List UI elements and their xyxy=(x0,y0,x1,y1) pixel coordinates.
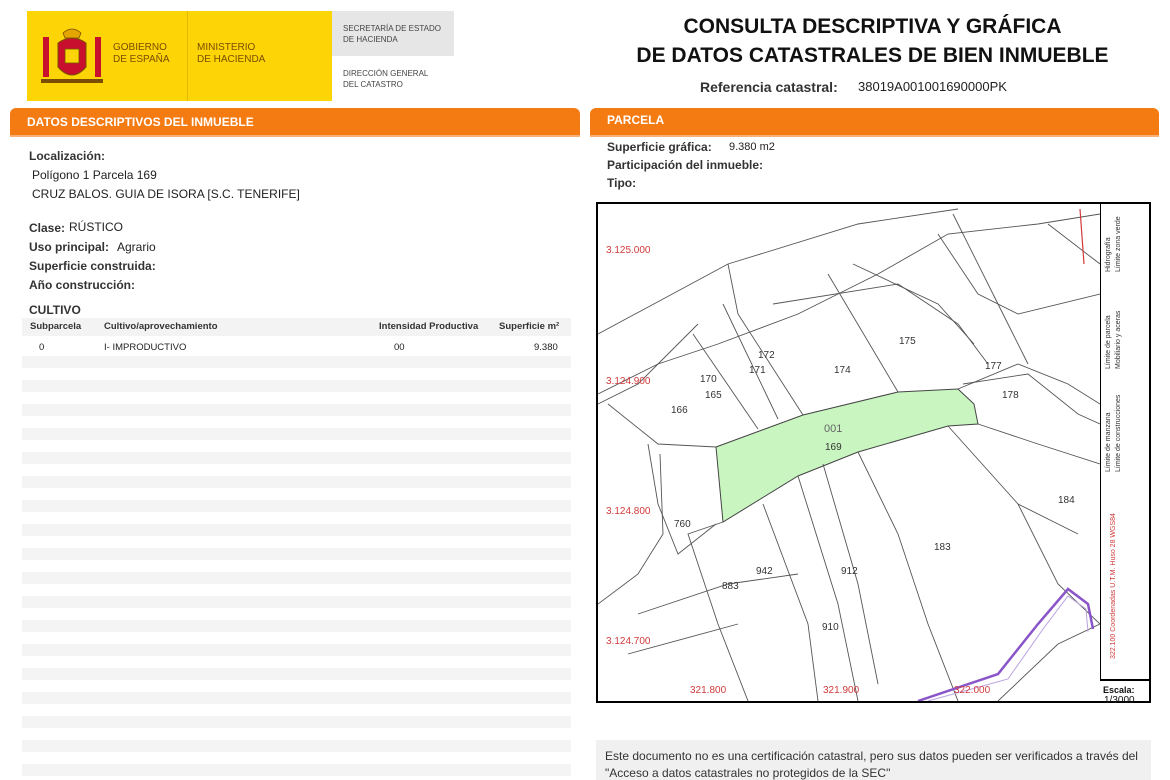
logo-divider xyxy=(187,11,188,101)
localizacion-line: Polígono 1 Parcela 169 xyxy=(32,168,157,182)
page-title: CONSULTA DESCRIPTIVA Y GRÁFICA DE DATOS … xyxy=(636,15,1109,67)
col-superficie: Superficie m² xyxy=(499,321,560,332)
cultivo-title: CULTIVO xyxy=(29,303,81,317)
legend-item: Límite zona verde xyxy=(1115,216,1122,272)
x-coord: 321.900 xyxy=(823,685,860,696)
gobierno-text: GOBIERNO DE ESPAÑA xyxy=(113,42,170,65)
col-intensidad: Intensidad Productiva xyxy=(379,321,479,332)
parcel-label[interactable]: 184 xyxy=(1058,495,1075,506)
x-coord: 321.800 xyxy=(690,685,727,696)
section-header-datos: DATOS DESCRIPTIVOS DEL INMUEBLE xyxy=(10,108,580,135)
parcel-label[interactable]: 001 xyxy=(824,423,842,435)
clase-value: RÚSTICO xyxy=(69,220,123,234)
parcel-label[interactable]: 883 xyxy=(722,581,739,592)
legend-item: Límite de manzana xyxy=(1105,412,1112,472)
scale-box: Escala: 1/3000 xyxy=(1100,679,1149,706)
anio-construccion-label: Año construcción: xyxy=(29,278,136,292)
y-coord: 3.124.900 xyxy=(606,376,651,387)
ref-label: Referencia catastral: xyxy=(700,79,838,95)
legend-item: Hidrografía xyxy=(1105,237,1112,272)
selected-parcel[interactable] xyxy=(715,388,979,523)
gobierno-logo: GOBIERNO DE ESPAÑA MINISTERIO DE HACIEND… xyxy=(27,11,332,101)
clase-label: Clase: xyxy=(29,221,66,235)
parcel-label[interactable]: 175 xyxy=(899,336,916,347)
secretaria-block: SECRETARÍA DE ESTADO DE HACIENDA xyxy=(332,11,454,56)
uso-value: Agrario xyxy=(117,240,156,254)
y-coord: 3.124.700 xyxy=(606,636,651,647)
x-coord: 322.000 xyxy=(954,685,991,696)
col-subparcela: Subparcela xyxy=(30,321,82,332)
y-coord: 3.124.800 xyxy=(606,506,651,517)
legend-coords: 322.100 Coordenadas U.T.M. Huso 28 WGS84 xyxy=(1110,513,1117,659)
parcel-label[interactable]: 166 xyxy=(671,405,688,416)
parcel-label[interactable]: 165 xyxy=(705,390,722,401)
table-empty-rows xyxy=(22,356,571,780)
scale-value: 1/3000 xyxy=(1104,695,1135,706)
participacion-label: Participación del inmueble: xyxy=(607,158,764,172)
scale-label: Escala: xyxy=(1103,685,1135,695)
y-coord: 3.125.000 xyxy=(606,245,651,256)
superficie-grafica-label: Superficie gráfica: xyxy=(607,140,712,154)
legend-divider xyxy=(1100,204,1101,679)
parcel-label[interactable]: 177 xyxy=(985,361,1002,372)
cadastral-map[interactable]: 3.125.000 3.124.900 3.124.800 3.124.700 … xyxy=(596,202,1151,706)
section-title: DATOS DESCRIPTIVOS DEL INMUEBLE xyxy=(27,115,254,129)
parcel-label[interactable]: 169 xyxy=(825,442,842,453)
parcel-label[interactable]: 942 xyxy=(756,566,773,577)
parcel-label[interactable]: 912 xyxy=(841,566,858,577)
cell-cultivo: I- IMPRODUCTIVO xyxy=(104,342,187,353)
secretaria-text: SECRETARÍA DE ESTADO DE HACIENDA xyxy=(343,24,441,44)
parcel-label[interactable]: 171 xyxy=(749,365,766,376)
parcel-label[interactable]: 178 xyxy=(1002,390,1019,401)
legend-item: Límite de parcela xyxy=(1105,315,1112,369)
localizacion-line: CRUZ BALOS. GUIA DE ISORA [S.C. TENERIFE… xyxy=(32,187,300,201)
ref-value: 38019A001001690000PK xyxy=(858,79,1007,94)
parcel-label[interactable]: 183 xyxy=(934,542,951,553)
cultivo-table-header: Subparcela Cultivo/aprovechamiento Inten… xyxy=(22,318,571,336)
col-cultivo: Cultivo/aprovechamiento xyxy=(104,321,218,332)
parcel-label[interactable]: 172 xyxy=(758,350,775,361)
parcel-label[interactable]: 910 xyxy=(822,622,839,633)
superficie-grafica-value: 9.380 m2 xyxy=(729,141,775,153)
cell-intensidad: 00 xyxy=(394,342,405,353)
direccion-text: DIRECCIÓN GENERAL DEL CATASTRO xyxy=(343,69,429,89)
cell-superficie: 9.380 xyxy=(534,342,558,353)
tipo-label: Tipo: xyxy=(607,176,637,190)
parcel-label[interactable]: 760 xyxy=(674,519,691,530)
cell-subparcela: 0 xyxy=(39,342,45,353)
localizacion-label: Localización: xyxy=(29,149,106,163)
parcel-label[interactable]: 174 xyxy=(834,365,851,376)
legend-item: Límite de construcciones xyxy=(1115,394,1122,472)
uso-label: Uso principal: xyxy=(29,240,110,254)
disclaimer-text: Este documento no es una certificación c… xyxy=(605,749,1138,780)
superficie-construida-label: Superficie construida: xyxy=(29,259,156,273)
section-header-parcela: PARCELA xyxy=(590,108,1159,135)
map-drawing xyxy=(598,208,1100,701)
parcel-label[interactable]: 170 xyxy=(700,374,717,385)
ministerio-text: MINISTERIO DE HACIENDA xyxy=(197,42,266,65)
coat-of-arms-icon xyxy=(41,28,103,83)
section-title: PARCELA xyxy=(607,113,665,127)
legend-item: Mobiliario y aceras xyxy=(1115,310,1122,369)
disclaimer-box: Este documento no es una certificación c… xyxy=(596,740,1151,780)
